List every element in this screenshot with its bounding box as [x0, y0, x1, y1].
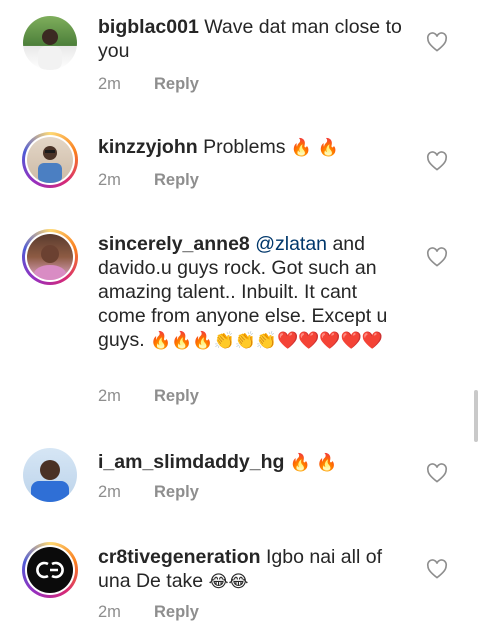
comment-text: cr8tivegeneration Igbo nai all of una De…: [98, 545, 410, 594]
avatar[interactable]: [22, 132, 78, 188]
comment-meta: 2m Reply: [98, 483, 199, 502]
comment-username[interactable]: kinzzyjohn: [98, 136, 198, 158]
avatar-photo: [23, 448, 77, 502]
reply-button[interactable]: Reply: [154, 603, 199, 622]
avatar[interactable]: [22, 542, 78, 598]
mention-link[interactable]: @zlatan: [255, 233, 327, 255]
avatar[interactable]: [22, 447, 78, 503]
comment-time: 2m: [98, 387, 121, 405]
comment-meta: 2m Reply: [98, 75, 199, 94]
heart-outline-icon[interactable]: [426, 247, 448, 267]
comment-username[interactable]: bigblac001: [98, 16, 199, 38]
comment-text: i_am_slimdaddy_hg 🔥 🔥: [98, 450, 410, 475]
comment-time: 2m: [98, 171, 121, 189]
comment-body: Problems: [197, 136, 291, 158]
avatar[interactable]: [22, 229, 78, 285]
scrollbar[interactable]: [474, 390, 478, 442]
comment-meta: 2m Reply: [98, 603, 199, 622]
comment-username[interactable]: cr8tivegeneration: [98, 546, 261, 568]
comment-time: 2m: [98, 483, 121, 501]
heart-outline-icon[interactable]: [426, 559, 448, 579]
avatar-photo: [27, 137, 73, 183]
comment-text: sincerely_anne8 @zlatan and davido.u guy…: [98, 232, 410, 353]
avatar-photo: [23, 16, 77, 70]
comment-meta: 2m Reply: [98, 387, 199, 406]
comment-meta: 2m Reply: [98, 171, 199, 190]
avatar[interactable]: [22, 15, 78, 71]
avatar-photo: [27, 547, 73, 593]
fire-emoji: 🔥 🔥: [289, 453, 338, 473]
reply-button[interactable]: Reply: [154, 387, 199, 406]
heart-outline-icon[interactable]: [426, 151, 448, 171]
heart-outline-icon[interactable]: [426, 463, 448, 483]
reply-button[interactable]: Reply: [154, 171, 199, 190]
comment-username[interactable]: sincerely_anne8: [98, 233, 250, 255]
comment-text: kinzzyjohn Problems 🔥 🔥: [98, 135, 410, 160]
emoji-reactions: 🔥🔥🔥👏👏👏❤️❤️❤️❤️❤️: [150, 331, 383, 351]
comment-text: bigblac001 Wave dat man close to you: [98, 15, 410, 63]
comment-time: 2m: [98, 75, 121, 93]
laughing-emoji: 😂😂: [208, 572, 249, 592]
reply-button[interactable]: Reply: [154, 483, 199, 502]
fire-emoji: 🔥 🔥: [290, 138, 339, 158]
comment-username[interactable]: i_am_slimdaddy_hg: [98, 451, 284, 473]
avatar-photo: [27, 234, 73, 280]
comment-time: 2m: [98, 603, 121, 621]
reply-button[interactable]: Reply: [154, 75, 199, 94]
heart-outline-icon[interactable]: [426, 32, 448, 52]
